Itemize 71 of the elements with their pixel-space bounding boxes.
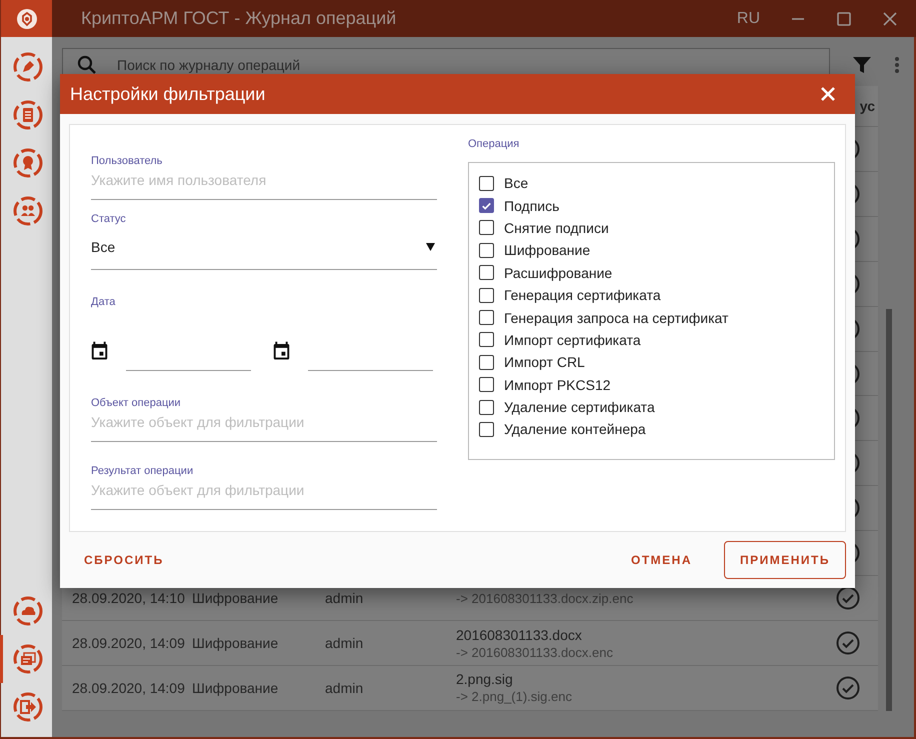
target-file-name: -> 2.png_(1).sig.enc	[456, 689, 573, 704]
table-cell: Шифрование	[192, 680, 278, 696]
checkbox-label: Удаление сертификата	[504, 399, 655, 416]
field-label: Дата	[91, 296, 116, 308]
more-icon[interactable]	[894, 56, 900, 74]
dialog-button[interactable]: ОТМЕНА	[621, 544, 702, 576]
dialog-title: Настройки фильтрации	[70, 84, 266, 104]
pen-icon	[12, 52, 42, 82]
certificate-icon	[12, 148, 42, 178]
search-field[interactable]: Поиск по журналу операций	[115, 56, 829, 74]
table-cell: admin	[325, 680, 364, 696]
document-icon	[12, 100, 42, 130]
checkbox-label: Импорт CRL	[504, 354, 585, 370]
dropdown-arrow-icon	[426, 243, 435, 251]
checkbox[interactable]	[479, 242, 494, 258]
checkbox-label: Генерация запроса на сертификат	[504, 310, 728, 326]
input-field[interactable]: Укажите объект для фильтрации	[91, 409, 437, 442]
checkbox-label: Удаление контейнера	[504, 421, 646, 438]
filter-icon[interactable]	[852, 54, 872, 74]
checkbox-label: Все	[504, 175, 528, 192]
target-file-name: -> 201608301133.docx.enc	[456, 644, 614, 660]
target-file-name: -> 201608301133.docx.zip.enc	[456, 590, 634, 606]
table-cell: Шифрование	[192, 635, 278, 652]
table-cell: 28.09.2020, 14:09	[72, 680, 185, 696]
checkbox-label: Снятие подписи	[504, 220, 609, 236]
input-field[interactable]: Укажите объект для фильтрации	[91, 477, 437, 510]
reset-button[interactable]: СБРОСИТЬ	[74, 544, 174, 576]
checkbox[interactable]	[479, 377, 494, 392]
file-name: 2.png.sig	[456, 671, 514, 688]
language-button[interactable]: RU	[736, 10, 760, 28]
people-icon	[12, 196, 42, 226]
table-cell: Шифрование	[192, 590, 278, 606]
checkbox[interactable]	[479, 198, 494, 214]
search-icon	[77, 54, 97, 74]
checkbox-label: Расшифрование	[504, 264, 612, 281]
checkbox[interactable]	[479, 422, 494, 437]
field-label: Статус	[91, 213, 127, 225]
checkbox[interactable]	[479, 354, 494, 370]
table-cell: 28.09.2020, 14:10	[72, 590, 185, 606]
app-logo-icon	[16, 8, 38, 30]
input-field[interactable]: Укажите имя пользователя	[91, 167, 437, 200]
table-cell: admin	[325, 590, 364, 606]
status-dropdown[interactable]: Все	[91, 225, 437, 270]
field-label: Пользователь	[91, 155, 164, 167]
checkbox[interactable]	[479, 176, 494, 191]
maximize-icon[interactable]	[836, 10, 852, 26]
column-header: ус	[860, 98, 875, 114]
checkbox[interactable]	[479, 332, 494, 348]
window-title: КриптоАРМ ГОСТ - Журнал операций	[81, 8, 398, 29]
table-cell: 28.09.2020, 14:09	[72, 635, 185, 652]
checkbox[interactable]	[479, 265, 494, 280]
dialog-button[interactable]: ПРИМЕНИТЬ	[724, 541, 846, 579]
checkbox-label: Генерация сертификата	[504, 287, 661, 304]
field-label: Операция	[468, 138, 520, 150]
table-cell: admin	[325, 635, 364, 652]
checkbox-label: Импорт сертификата	[504, 332, 641, 348]
field-label: Объект операции	[91, 397, 182, 409]
exit-icon	[12, 692, 42, 722]
checkbox[interactable]	[479, 400, 494, 415]
scrollbar[interactable]	[886, 309, 892, 711]
windows-icon	[12, 644, 42, 674]
cloud-icon	[12, 596, 42, 626]
close-icon[interactable]	[882, 10, 898, 26]
field-label: Результат операции	[91, 465, 194, 477]
checkbox-label: Импорт PKCS12	[504, 376, 611, 393]
checkbox[interactable]	[479, 310, 494, 326]
checkbox[interactable]	[479, 288, 494, 303]
file-name: 201608301133.docx	[456, 626, 583, 643]
checkbox-label: Шифрование	[504, 242, 590, 258]
checkbox[interactable]	[479, 220, 494, 236]
checkbox-label: Подпись	[504, 198, 560, 214]
